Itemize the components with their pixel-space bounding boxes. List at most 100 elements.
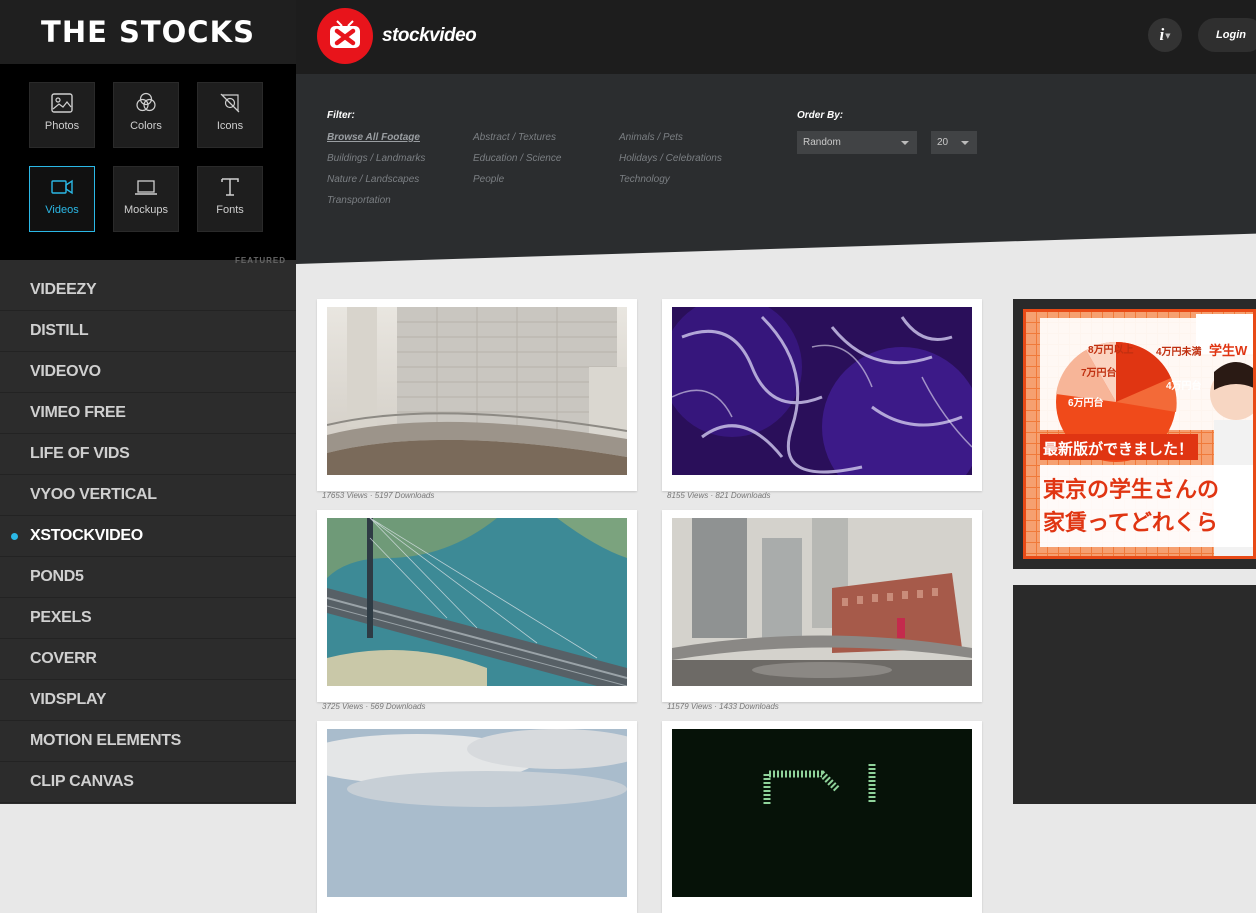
site-item[interactable]: POND5: [0, 557, 296, 598]
site-item[interactable]: COVERR: [0, 639, 296, 680]
category-icons[interactable]: Icons: [197, 82, 263, 148]
chevron-down-icon: ▼: [1165, 32, 1171, 41]
ad-headline: 家賃ってどれくら: [1043, 510, 1218, 535]
site-item[interactable]: PEXELS: [0, 598, 296, 639]
info-label: i: [1159, 25, 1165, 44]
site-label: PEXELS: [30, 609, 92, 626]
site-item[interactable]: VIDEOVO: [0, 352, 296, 393]
laptop-icon: [135, 180, 157, 195]
site-item[interactable]: LIFE OF VIDS: [0, 434, 296, 475]
category-photos[interactable]: Photos: [29, 82, 95, 148]
site-label: VYOO VERTICAL: [30, 486, 157, 503]
logo-text: stockvideo: [382, 25, 477, 46]
site-item[interactable]: CLIP CANVAS: [0, 762, 296, 803]
video-thumbnail[interactable]: [672, 729, 972, 897]
site-item[interactable]: VIMEO FREE: [0, 393, 296, 434]
site-label: MOTION ELEMENTS: [30, 732, 182, 749]
count-select-value: 20: [937, 137, 949, 148]
site-label: COVERR: [30, 650, 97, 667]
video-thumbnail[interactable]: [327, 307, 627, 475]
category-grid: Photos Colors Icons Videos Mockups Fonts: [0, 64, 296, 260]
ad-brand: 学生W: [1209, 343, 1248, 358]
active-indicator-icon: [11, 533, 18, 540]
brand-title[interactable]: THE STOCKS: [0, 0, 296, 64]
filter-education-science[interactable]: Education / Science: [473, 153, 561, 164]
featured-label: FEATURED: [235, 256, 286, 265]
video-stats: 8155 Views · 821 Downloads: [667, 491, 771, 500]
filter-holidays-celebrations[interactable]: Holidays / Celebrations: [619, 153, 722, 164]
video-thumbnail[interactable]: [327, 518, 627, 686]
video-stats: 3725 Views · 569 Downloads: [322, 702, 426, 711]
filter-browse-all[interactable]: Browse All Footage: [327, 132, 420, 143]
count-select[interactable]: 20: [931, 131, 977, 154]
site-item[interactable]: DISTILL: [0, 311, 296, 352]
filter-people[interactable]: People: [473, 174, 504, 185]
filter-title: Filter:: [327, 110, 355, 121]
category-label: Videos: [45, 204, 79, 216]
advertisement[interactable]: 8万円以上 4万円未満 7万円台 4万円台 6万円台 学生W 最新版ができました…: [1013, 299, 1256, 569]
site-label: POND5: [30, 568, 84, 585]
category-label: Icons: [216, 120, 244, 132]
video-card[interactable]: [317, 299, 637, 491]
info-button[interactable]: i▼: [1148, 18, 1182, 52]
order-select[interactable]: Random: [797, 131, 917, 154]
colors-icon: [136, 92, 156, 112]
filter-buildings-landmarks[interactable]: Buildings / Landmarks: [327, 153, 425, 164]
chevron-down-icon: [961, 141, 969, 145]
ad-headline: 東京の学生さんの: [1043, 477, 1220, 502]
site-label: VIDEEZY: [30, 281, 97, 298]
site-label: DISTILL: [30, 322, 89, 339]
category-fonts[interactable]: Fonts: [197, 166, 263, 232]
order-select-value: Random: [803, 137, 841, 148]
ad-pie-label: 7万円台: [1081, 368, 1117, 379]
video-thumbnail[interactable]: [672, 518, 972, 686]
filter-nature-landscapes[interactable]: Nature / Landscapes: [327, 174, 419, 185]
ad-pie-label: 8万円以上: [1088, 345, 1134, 356]
filter-panel: Filter: Browse All Footage Abstract / Te…: [296, 74, 1256, 264]
site-list: VIDEEZY DISTILL VIDEOVO VIMEO FREE LIFE OF V…: [0, 270, 296, 803]
topbar: stockvideo i▼ Login: [296, 0, 1256, 74]
category-colors[interactable]: Colors: [113, 82, 179, 148]
filter-technology[interactable]: Technology: [619, 174, 670, 185]
ad-pie-label: 4万円未満: [1156, 347, 1202, 358]
site-label: VIDSPLAY: [30, 691, 107, 708]
video-thumbnail[interactable]: [327, 729, 627, 897]
category-label: Fonts: [216, 204, 244, 216]
filter-transportation[interactable]: Transportation: [327, 195, 391, 206]
font-icon: [221, 178, 239, 196]
site-item[interactable]: XSTOCKVIDEO: [0, 516, 296, 557]
video-card[interactable]: [662, 721, 982, 913]
filter-abstract-textures[interactable]: Abstract / Textures: [473, 132, 556, 143]
site-item[interactable]: VIDEEZY: [0, 270, 296, 311]
sidebar: THE STOCKS Photos Colors Icons Videos Mo…: [0, 0, 296, 804]
site-label: LIFE OF VIDS: [30, 445, 130, 462]
category-label: Photos: [44, 120, 80, 132]
video-stats: 11579 Views · 1433 Downloads: [667, 702, 779, 711]
site-item[interactable]: VYOO VERTICAL: [0, 475, 296, 516]
video-card[interactable]: [662, 510, 982, 702]
site-logo[interactable]: stockvideo: [317, 8, 477, 64]
ad-pie-label: 4万円台: [1166, 381, 1202, 392]
advertisement-placeholder: [1013, 585, 1256, 804]
video-card[interactable]: [317, 510, 637, 702]
video-card[interactable]: [317, 721, 637, 913]
ad-pie-label: 6万円台: [1068, 398, 1104, 409]
filter-animals-pets[interactable]: Animals / Pets: [619, 132, 683, 143]
video-camera-icon: [51, 179, 73, 195]
icons-icon: [220, 93, 240, 113]
category-videos[interactable]: Videos: [29, 166, 95, 232]
video-card[interactable]: [662, 299, 982, 491]
site-label: VIMEO FREE: [30, 404, 126, 421]
site-item[interactable]: VIDSPLAY: [0, 680, 296, 721]
ad-creative[interactable]: 8万円以上 4万円未満 7万円台 4万円台 6万円台 学生W 最新版ができました…: [1023, 309, 1256, 559]
login-button[interactable]: Login: [1198, 18, 1256, 52]
category-label: Colors: [130, 120, 162, 132]
ad-banner: 最新版ができました！: [1043, 441, 1194, 458]
site-item[interactable]: MOTION ELEMENTS: [0, 721, 296, 762]
site-label: VIDEOVO: [30, 363, 101, 380]
video-stats: 17653 Views · 5197 Downloads: [322, 491, 435, 500]
logo-tv-icon: [317, 8, 373, 64]
video-thumbnail[interactable]: [672, 307, 972, 475]
site-label: CLIP CANVAS: [30, 773, 134, 790]
category-mockups[interactable]: Mockups: [113, 166, 179, 232]
